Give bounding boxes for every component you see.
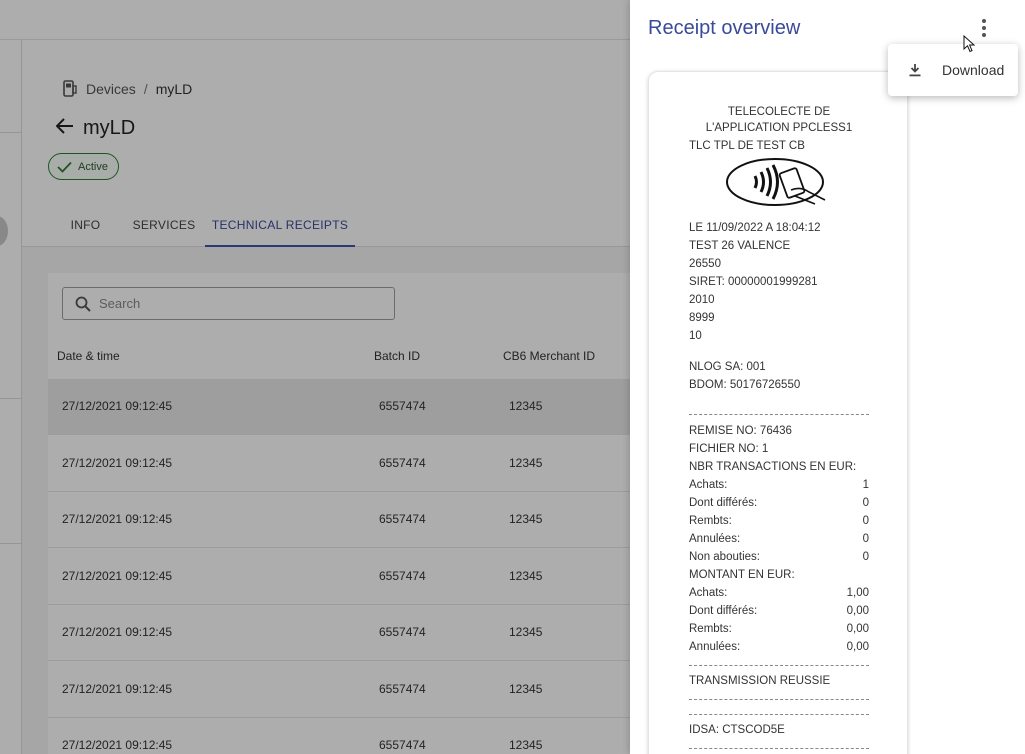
count-label: Annulées:	[689, 533, 741, 545]
receipt-amount-row: Dont différés: 0,00	[689, 605, 869, 617]
count-label: Non abouties:	[689, 551, 760, 563]
more-vert-icon[interactable]	[973, 16, 995, 40]
receipt-count-row: Annulées: 0	[689, 533, 869, 545]
download-menu-item[interactable]: Download	[888, 44, 1018, 96]
count-value: 0	[862, 551, 869, 563]
download-icon	[909, 64, 921, 77]
receipt-remise-line: REMISE NO: 76436	[689, 425, 792, 437]
receipt-remise-line: FICHIER NO: 1	[689, 443, 769, 455]
count-value: 0	[862, 515, 869, 527]
receipt-transmission: TRANSMISSION REUSSIE	[689, 675, 831, 687]
amount-label: Rembts:	[689, 623, 732, 635]
amount-label: Annulées:	[689, 641, 741, 653]
amount-label: Dont différés:	[689, 605, 758, 617]
receipt-count-row: Achats: 1	[689, 479, 869, 491]
modal-scrim[interactable]	[0, 0, 630, 754]
amount-value: 0,00	[846, 623, 869, 635]
receipt-amount-row: Rembts: 0,00	[689, 623, 869, 635]
receipt-info-line: TEST 26 VALENCE	[689, 240, 791, 252]
amount-label: Achats:	[689, 587, 728, 599]
receipt-amount-row: Achats: 1,00	[689, 587, 869, 599]
receipt-amount-row: Annulées: 0,00	[689, 641, 869, 653]
receipt-nlog-line: BDOM: 50176726550	[689, 379, 801, 391]
count-label: Rembts:	[689, 515, 732, 527]
count-label: Dont différés:	[689, 497, 758, 509]
receipt-info-line: SIRET: 00000001999281	[689, 276, 818, 288]
receipt-info-line: 10	[689, 330, 702, 342]
contactless-card-icon	[726, 158, 826, 206]
receipt-divider	[689, 665, 869, 666]
receipt-count-row: Non abouties: 0	[689, 551, 869, 563]
receipt-info-line: 2010	[689, 294, 715, 306]
amount-value: 1,00	[846, 587, 869, 599]
receipt-drawer: Receipt overview TELECOLECTE DE L'APPLIC…	[630, 0, 1025, 754]
receipt-nlog-line: NLOG SA: 001	[689, 361, 766, 373]
receipt-divider	[689, 714, 869, 715]
receipt-montant-label: MONTANT EN EUR:	[689, 569, 795, 581]
receipt-idsa: IDSA: CTSCOD5E	[689, 724, 785, 736]
receipt-info-line: 8999	[689, 312, 715, 324]
receipt-remise-line: NBR TRANSACTIONS EN EUR:	[689, 461, 857, 473]
receipt-subheader: TLC TPL DE TEST CB	[689, 140, 805, 152]
receipt-count-row: Rembts: 0	[689, 515, 869, 527]
receipt-info-line: LE 11/09/2022 A 18:04:12	[689, 222, 821, 234]
count-value: 0	[862, 497, 869, 509]
receipt-preview: TELECOLECTE DE L'APPLICATION PPCLESS1 TL…	[648, 71, 908, 754]
count-label: Achats:	[689, 479, 728, 491]
receipt-info-line: 26550	[689, 258, 721, 270]
amount-value: 0,00	[846, 641, 869, 653]
receipt-count-row: Dont différés: 0	[689, 497, 869, 509]
count-value: 1	[862, 479, 869, 491]
download-label: Download	[942, 62, 1005, 78]
amount-value: 0,00	[846, 605, 869, 617]
count-value: 0	[862, 533, 869, 545]
receipt-divider	[689, 748, 869, 749]
mouse-cursor-icon	[963, 35, 975, 53]
receipt-header-line: L'APPLICATION PPCLESS1	[705, 122, 853, 134]
receipt-divider	[689, 414, 869, 415]
receipt-header-line: TELECOLECTE DE	[727, 106, 831, 118]
receipt-divider	[689, 699, 869, 700]
drawer-title: Receipt overview	[648, 17, 801, 39]
